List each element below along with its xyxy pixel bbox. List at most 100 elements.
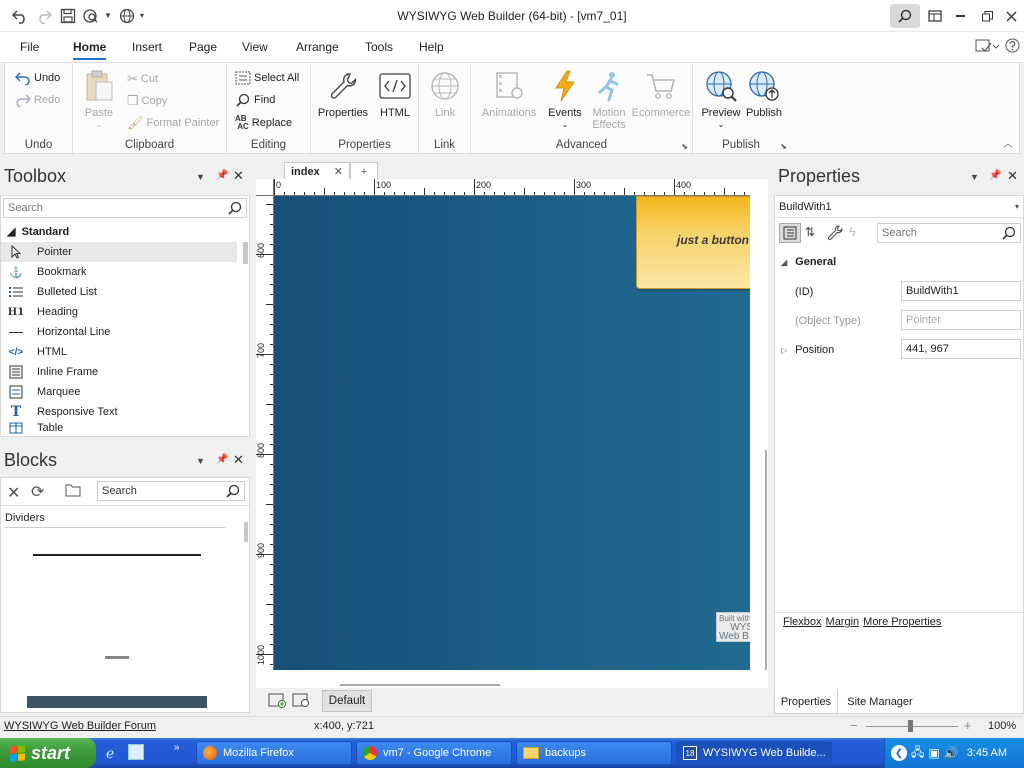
start-button[interactable]: start [0, 738, 96, 768]
toolbox-item-responsive-text[interactable]: T Responsive Text [1, 402, 237, 422]
replace-button[interactable]: AB AC Replace [235, 115, 292, 131]
tab-home[interactable]: Home [73, 40, 107, 60]
tab-properties[interactable]: Properties [774, 690, 838, 714]
forum-link[interactable]: WYSIWYG Web Builder Forum [4, 720, 156, 732]
block-thumb-text[interactable] [105, 656, 129, 659]
prop-position-row[interactable]: ▷ Position [781, 344, 834, 356]
toolbox-item-bulleted-list[interactable]: Bulleted List [1, 282, 237, 302]
animations-button[interactable]: Animations [479, 69, 539, 119]
more-properties-link[interactable]: More Properties [863, 616, 941, 628]
link-button[interactable]: Link [425, 69, 465, 119]
breakpoint-default-button[interactable]: Default [322, 690, 372, 712]
block-thumb-bar[interactable] [27, 696, 207, 708]
tab-insert[interactable]: Insert [132, 40, 162, 54]
tab-help[interactable]: Help [419, 40, 444, 54]
toolbox-scrollbar[interactable] [243, 242, 248, 264]
blocks-scrollbar[interactable] [244, 522, 248, 542]
sort-alpha-icon[interactable]: ⇅ [805, 225, 815, 239]
tab-file[interactable]: File [20, 40, 39, 54]
select-all-button[interactable]: Select All [235, 71, 299, 85]
network-icon[interactable]: 🖧 [911, 743, 924, 764]
close-icon[interactable]: ✕ [233, 452, 244, 468]
events-button[interactable]: Events ⌄ [545, 69, 585, 131]
toolbox-search-input[interactable]: Search [3, 198, 247, 218]
dialog-launcher-icon[interactable]: ⬊ [681, 142, 688, 151]
vertical-scrollbar[interactable] [765, 450, 767, 670]
flexbox-link[interactable]: Flexbox [783, 616, 822, 628]
ecommerce-button[interactable]: Ecommerce [631, 69, 691, 119]
toolbox-item-horizontal-line[interactable]: Horizontal Line [1, 322, 237, 342]
task-chrome[interactable]: vm7 - Google Chrome [356, 741, 512, 765]
task-firefox[interactable]: Mozilla Firefox [196, 741, 352, 765]
clock[interactable]: 3:45 AM [967, 747, 1007, 759]
events-lightning-icon[interactable]: ϟ [849, 224, 856, 239]
zoom-in-button[interactable]: + [964, 718, 972, 733]
toolbox-item-marquee[interactable]: Marquee [1, 382, 237, 402]
add-tab-button[interactable]: + [350, 162, 378, 180]
volume-icon[interactable]: 🔊 [944, 746, 959, 760]
toolbox-item-inline-frame[interactable]: Inline Frame [1, 362, 237, 382]
prop-id-value[interactable]: BuildWith1 [901, 281, 1021, 301]
add-page-icon[interactable] [268, 692, 286, 708]
toolbox-item-heading[interactable]: H1 Heading [1, 302, 237, 322]
object-selector[interactable]: BuildWith1 ▾ [775, 196, 1023, 218]
pin-icon[interactable]: 📌 [989, 170, 1001, 181]
pin-icon[interactable]: 📌 [216, 454, 228, 465]
task-backups[interactable]: backups [516, 741, 672, 765]
search-icon[interactable] [890, 4, 920, 28]
zoom-slider-thumb[interactable] [908, 720, 913, 732]
panel-menu-icon[interactable]: ▼ [196, 172, 205, 182]
zoom-out-button[interactable]: − [850, 718, 858, 733]
built-with-badge[interactable]: Built with WYS Web B [716, 612, 750, 642]
close-button[interactable] [996, 4, 1024, 28]
tray-icon[interactable]: ▣ [928, 746, 939, 760]
toolbox-item-bookmark[interactable]: ⚓ Bookmark [1, 262, 237, 282]
category-standard[interactable]: ◢ Standard [7, 225, 69, 238]
motion-effects-button[interactable]: Motion Effects [587, 69, 631, 131]
copy-button[interactable]: ❐ Copy [127, 93, 167, 109]
block-thumb-divider[interactable] [33, 554, 201, 556]
blocks-search-input[interactable]: Search [97, 481, 245, 501]
minimize-button[interactable] [945, 4, 975, 28]
properties-search-input[interactable]: Search [877, 223, 1021, 243]
publish-button[interactable]: Publish [743, 69, 785, 119]
window-options-icon[interactable] [975, 39, 1001, 53]
tab-view[interactable]: View [242, 40, 268, 54]
html-button[interactable]: HTML [375, 69, 415, 119]
tab-site-manager[interactable]: Site Manager [838, 690, 922, 714]
toolbox-item-pointer[interactable]: Pointer [1, 242, 237, 262]
task-wysiwyg[interactable]: 18 WYSIWYG Web Builde... [676, 741, 832, 765]
margin-link[interactable]: Margin [826, 616, 860, 628]
refresh-icon[interactable]: ⟳ [31, 482, 44, 502]
ie-icon[interactable]: ℯ [106, 745, 114, 762]
preview-button[interactable]: Preview ⌄ [699, 69, 743, 131]
group-general[interactable]: ◢ General [781, 256, 836, 268]
close-icon[interactable]: ✕ [1007, 168, 1018, 184]
undo-button[interactable]: Undo [15, 71, 60, 85]
panel-menu-icon[interactable]: ▼ [196, 456, 205, 466]
toolbox-item-table[interactable]: Table [1, 422, 237, 434]
tab-index[interactable]: index ✕ [284, 162, 350, 180]
horizontal-scrollbar[interactable] [340, 684, 500, 686]
breakpoint-settings-icon[interactable] [292, 692, 310, 708]
tab-arrange[interactable]: Arrange [296, 40, 339, 54]
dialog-launcher-icon[interactable]: ⬊ [780, 142, 787, 151]
folder-icon[interactable] [65, 483, 81, 497]
collapse-ribbon-icon[interactable]: ︿ [1003, 135, 1013, 150]
just-a-button-object[interactable]: just a button [636, 196, 750, 289]
delete-icon[interactable]: ✕ [7, 483, 20, 503]
toolbox-item-html[interactable]: </> HTML [1, 342, 237, 362]
paste-button[interactable]: Paste ⌄ [79, 69, 119, 131]
format-painter-button[interactable]: 🖌 Format Painter [127, 115, 219, 131]
tray-back-icon[interactable]: ❮ [891, 745, 907, 761]
find-button[interactable]: Find [235, 93, 275, 107]
design-canvas[interactable]: just a button Built with WYS Web B [274, 196, 750, 670]
wrench-icon[interactable] [827, 225, 843, 241]
tab-page[interactable]: Page [189, 40, 217, 54]
cut-button[interactable]: ✂ Cut [127, 71, 158, 87]
pin-icon[interactable]: 📌 [216, 170, 228, 181]
categorized-view-button[interactable] [779, 223, 801, 243]
close-tab-icon[interactable]: ✕ [334, 165, 343, 178]
panel-menu-icon[interactable]: ▼ [970, 172, 979, 182]
show-desktop-icon[interactable] [128, 744, 144, 760]
